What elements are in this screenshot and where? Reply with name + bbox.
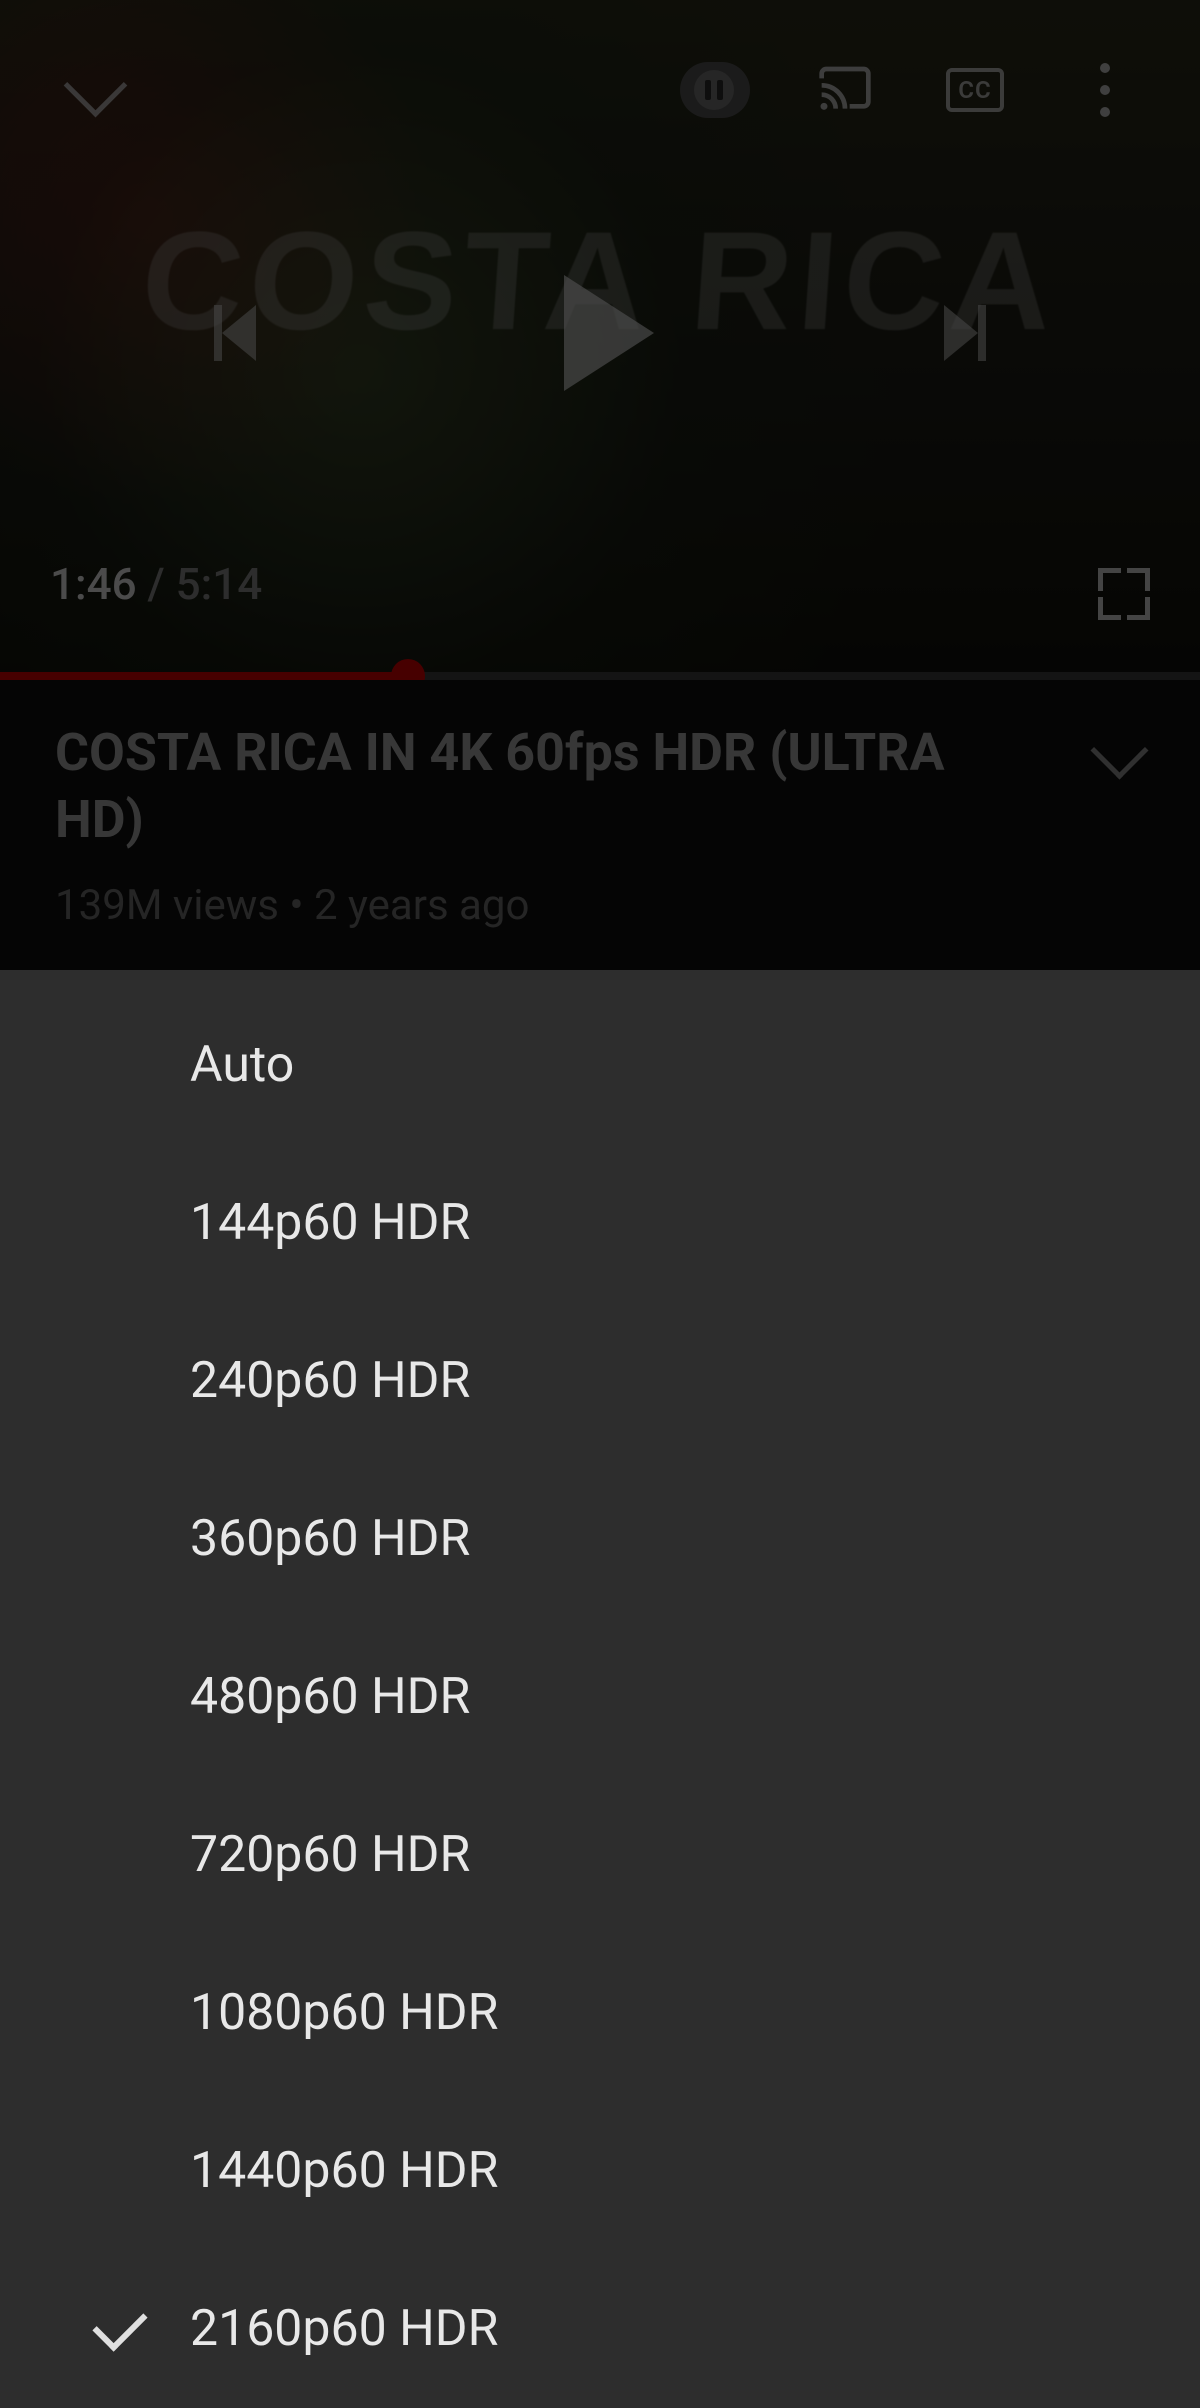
quality-option[interactable]: 360p60 HDR: [0, 1460, 1200, 1618]
quality-option[interactable]: 720p60 HDR: [0, 1776, 1200, 1934]
seek-thumb[interactable]: [391, 659, 425, 680]
quality-option-label: 480p60 HDR: [190, 1668, 1200, 1726]
time-display: 1:46 / 5:14: [50, 558, 262, 610]
chevron-down-icon: [63, 53, 127, 117]
play-button[interactable]: [546, 275, 654, 391]
previous-button[interactable]: [214, 305, 256, 361]
video-player[interactable]: COSTA RICA: [0, 0, 1200, 680]
elapsed-time: 1:46: [50, 558, 137, 610]
time-separator: /: [137, 558, 176, 610]
pause-icon: [694, 70, 734, 110]
next-button[interactable]: [944, 305, 986, 361]
cc-icon: CC: [946, 68, 1003, 112]
seek-progress: [0, 672, 408, 680]
collapse-player-button[interactable]: [60, 55, 130, 125]
quality-option-label: Auto: [190, 1036, 1200, 1094]
more-vert-icon: [1100, 63, 1110, 117]
quality-option-label: 360p60 HDR: [190, 1510, 1200, 1568]
captions-button[interactable]: CC: [940, 55, 1010, 125]
quality-option[interactable]: 2160p60 HDR: [0, 2250, 1200, 2408]
video-info-section: COSTA RICA IN 4K 60fps HDR (ULTRA HD) 13…: [0, 680, 1200, 950]
quality-option-label: 1080p60 HDR: [190, 1984, 1200, 2042]
autoplay-toggle[interactable]: [680, 55, 750, 125]
quality-option[interactable]: 144p60 HDR: [0, 1144, 1200, 1302]
cast-icon: [817, 62, 873, 118]
player-mid-controls: [0, 275, 1200, 391]
quality-option-label: 144p60 HDR: [190, 1194, 1200, 1252]
play-icon: [564, 275, 654, 391]
expand-description-button[interactable]: [1091, 722, 1149, 780]
video-title: COSTA RICA IN 4K 60fps HDR (ULTRA HD): [55, 720, 985, 853]
video-meta: 139M views • 2 years ago: [55, 881, 1145, 930]
total-time: 5:14: [176, 558, 263, 610]
check-icon: [92, 2296, 147, 2351]
fullscreen-button[interactable]: [1098, 568, 1150, 620]
quality-option[interactable]: 1440p60 HDR: [0, 2092, 1200, 2250]
quality-option[interactable]: 1080p60 HDR: [0, 1934, 1200, 2092]
quality-option[interactable]: 480p60 HDR: [0, 1618, 1200, 1776]
cast-button[interactable]: [810, 55, 880, 125]
app-root: COSTA RICA: [0, 0, 1200, 2408]
player-top-controls: CC: [0, 55, 1200, 125]
more-options-button[interactable]: [1070, 55, 1140, 125]
quality-bottom-sheet[interactable]: Auto 144p60 HDR 240p60 HDR 360p60 HDR 480p60…: [0, 970, 1200, 2408]
quality-option[interactable]: Auto: [0, 986, 1200, 1144]
seek-bar[interactable]: [0, 672, 1200, 680]
quality-option[interactable]: 240p60 HDR: [0, 1302, 1200, 1460]
quality-check-slot: [50, 2309, 190, 2349]
quality-option-label: 240p60 HDR: [190, 1352, 1200, 1410]
quality-option-label: 1440p60 HDR: [190, 2142, 1200, 2200]
quality-option-label: 720p60 HDR: [190, 1826, 1200, 1884]
quality-option-label: 2160p60 HDR: [190, 2300, 1200, 2358]
fullscreen-icon: [1098, 568, 1121, 591]
